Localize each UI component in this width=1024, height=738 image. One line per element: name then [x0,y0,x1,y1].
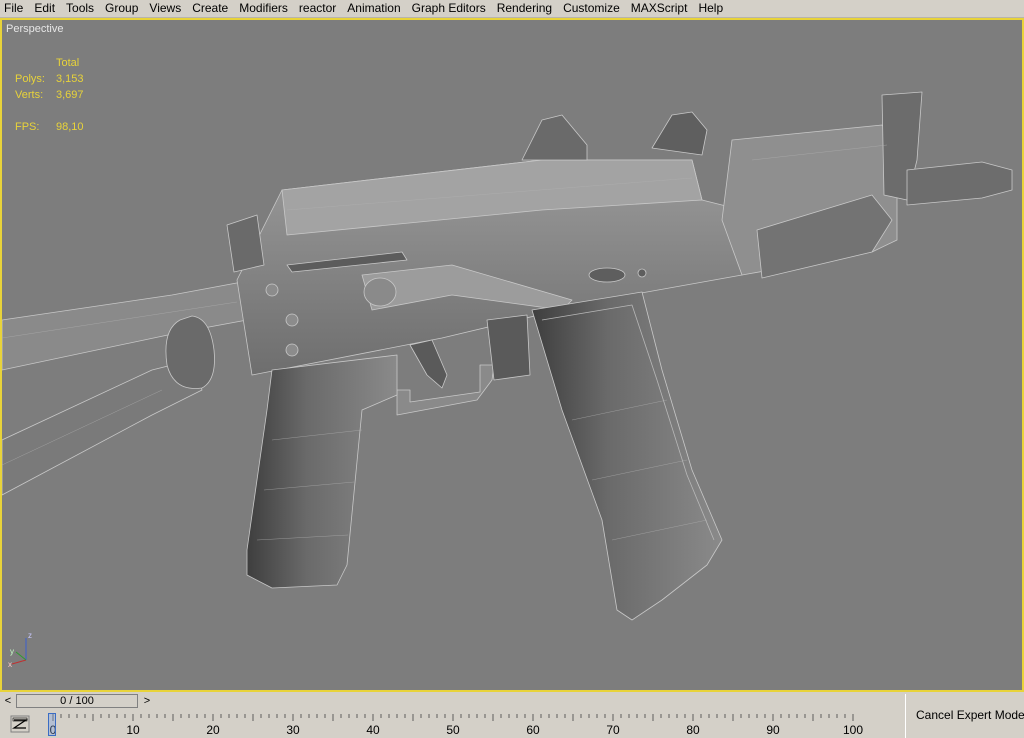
menu-reactor[interactable]: reactor [293,0,341,17]
time-slider-thumb[interactable]: 0 / 100 [16,694,138,708]
fps-value: 98,10 [56,121,84,133]
ruler-label: 100 [843,723,863,737]
perspective-viewport[interactable]: Perspective Total Polys: 3,153 Verts: 3,69… [0,18,1024,692]
ruler-label: 50 [446,723,460,737]
ruler-label: 30 [286,723,300,737]
axis-tripod-icon: z x y [8,631,32,669]
status-panel: Cancel Expert Mode [905,694,1024,738]
polys-value: 3,153 [56,73,84,85]
menu-bar: File Edit Tools Group Views Create Modifiers re… [0,0,1024,18]
menu-customize[interactable]: Customize [557,0,625,17]
ruler-label: 40 [366,723,380,737]
ruler-label: 20 [206,723,220,737]
menu-file[interactable]: File [0,0,28,17]
track-bar[interactable]: 0 10 20 30 40 50 60 70 80 90 100 [0,712,905,738]
stats-header: Total [56,57,80,69]
time-prev-button[interactable]: < [2,695,14,708]
current-frame-marker[interactable] [48,713,56,736]
ruler-label: 80 [686,723,700,737]
axis-y-label: y [10,647,14,656]
polys-label: Polys: [15,73,45,85]
ruler-label: 10 [126,723,140,737]
rifle-model [2,91,1013,621]
axis-x-label: x [8,660,12,669]
menu-modifiers[interactable]: Modifiers [233,0,293,17]
menu-tools[interactable]: Tools [60,0,99,17]
menu-rendering[interactable]: Rendering [491,0,557,17]
menu-animation[interactable]: Animation [341,0,405,17]
viewport-label[interactable]: Perspective [6,23,63,35]
curve-editor-icon[interactable] [10,715,30,733]
time-slider: < 0 / 100 > [0,694,905,711]
fps-label: FPS: [15,121,40,133]
menu-edit[interactable]: Edit [28,0,60,17]
ruler-label: 70 [606,723,620,737]
statistics-overlay: Total Polys: 3,153 Verts: 3,697 FPS: 98,10 [15,55,84,135]
ruler-label: 60 [526,723,540,737]
verts-value: 3,697 [56,89,84,101]
verts-label: Verts: [15,89,44,101]
ruler-label: 90 [766,723,780,737]
frame-ruler[interactable]: 0 10 20 30 40 50 60 70 80 90 100 [50,712,905,738]
cancel-expert-mode-button[interactable]: Cancel Expert Mode [916,708,1024,722]
menu-views[interactable]: Views [143,0,186,17]
axis-z-label: z [28,631,32,640]
time-next-button[interactable]: > [141,695,153,708]
menu-help[interactable]: Help [692,0,728,17]
menu-create[interactable]: Create [186,0,233,17]
menu-group[interactable]: Group [99,0,143,17]
menu-graph-editors[interactable]: Graph Editors [406,0,491,17]
menu-maxscript[interactable]: MAXScript [625,0,693,17]
